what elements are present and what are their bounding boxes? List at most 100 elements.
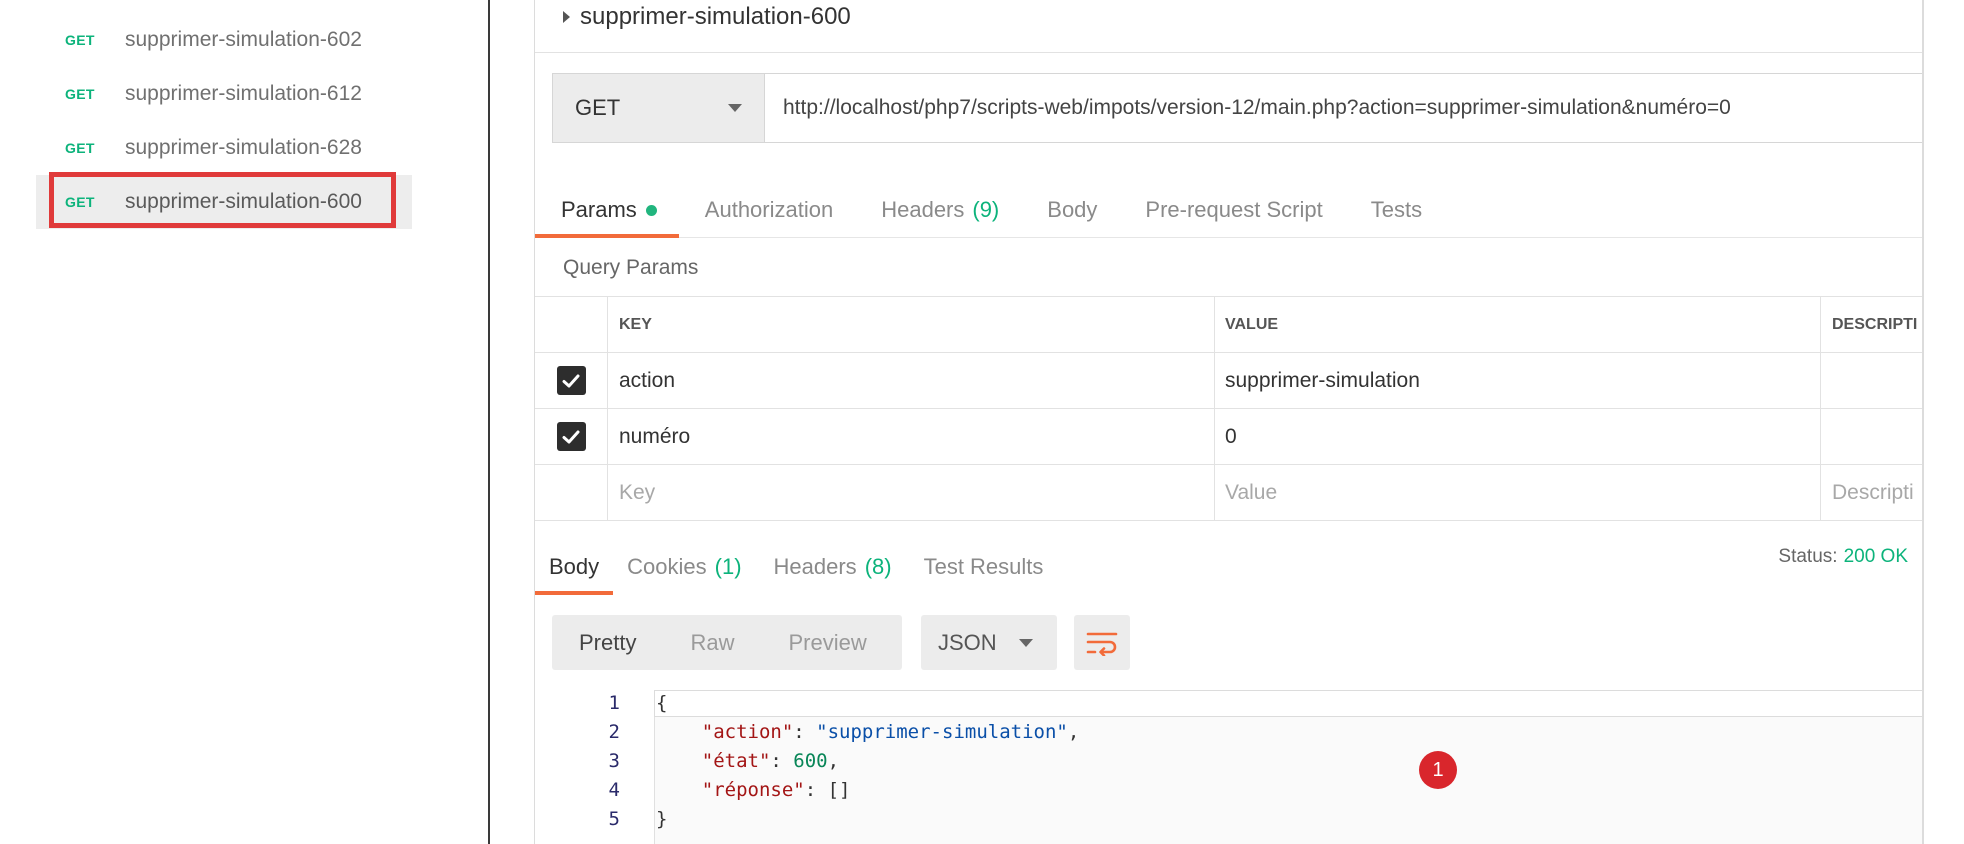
request-title[interactable]: supprimer-simulation-600: [563, 0, 851, 34]
checkmark-icon: [562, 430, 580, 443]
query-params-table: KEY VALUE DESCRIPTI action supprimer-sim…: [535, 296, 1922, 521]
tab-label: Body: [1047, 197, 1098, 222]
url-bar: GET http://localhost/php7/scripts-web/im…: [552, 73, 1922, 143]
param-checkbox[interactable]: [556, 366, 586, 395]
sidebar-request-item[interactable]: GET supprimer-simulation-612: [36, 67, 412, 121]
tab-label: Authorization: [704, 197, 834, 222]
tab-tests[interactable]: Tests: [1345, 197, 1444, 237]
json-string: "supprimer-simulation": [816, 720, 1068, 743]
code-line: 1 {: [552, 688, 1922, 717]
expand-caret-icon[interactable]: [563, 11, 570, 23]
collection-sidebar: GET supprimer-simulation-602 GET supprim…: [0, 0, 490, 844]
param-description-field[interactable]: [1821, 353, 1922, 408]
wrap-lines-icon: [1086, 632, 1118, 656]
tab-count: (8): [864, 554, 892, 579]
value-column-header: VALUE: [1215, 297, 1821, 352]
tab-label: Headers: [773, 554, 857, 579]
tab-body[interactable]: Body: [1021, 197, 1119, 237]
line-number: 3: [608, 749, 620, 772]
line-number: 1: [608, 691, 620, 714]
language-dropdown[interactable]: JSON: [921, 615, 1057, 670]
method-badge: GET: [65, 86, 95, 102]
sidebar-request-item-selected[interactable]: GET supprimer-simulation-600: [36, 175, 412, 229]
tab-label: Test Results: [923, 554, 1044, 579]
method-dropdown[interactable]: GET: [553, 74, 765, 142]
chevron-down-icon: [728, 104, 742, 112]
code-text: "état": 600,: [701, 749, 840, 772]
code-line: 5 }: [552, 804, 1922, 833]
wrap-lines-button[interactable]: [1074, 615, 1130, 670]
language-value: JSON: [938, 629, 997, 655]
tab-label: Tests: [1370, 197, 1423, 222]
new-description-field[interactable]: Descripti: [1821, 465, 1922, 520]
code-text: "réponse": []: [701, 778, 851, 801]
param-description-field[interactable]: [1821, 409, 1922, 464]
json-array: []: [827, 778, 851, 801]
line-number: 5: [608, 807, 620, 830]
tab-response-headers[interactable]: Headers (8): [760, 554, 910, 594]
param-key-field[interactable]: numéro: [608, 409, 1215, 464]
json-number: 600: [793, 749, 828, 772]
row-checkbox-cell: [535, 465, 608, 520]
table-row: numéro 0: [535, 409, 1922, 465]
code-text: {: [656, 691, 668, 714]
line-number: 4: [608, 778, 620, 801]
request-tabs: Params Authorization Headers (9) Body Pr…: [535, 180, 1922, 238]
table-row: action supprimer-simulation: [535, 353, 1922, 409]
method-badge: GET: [65, 194, 95, 210]
tab-pre-request-script[interactable]: Pre-request Script: [1119, 197, 1344, 237]
pretty-button[interactable]: Pretty: [552, 630, 663, 656]
divider: [535, 52, 1922, 53]
view-mode-group: Pretty Raw Preview: [552, 615, 902, 670]
description-column-header: DESCRIPTI: [1832, 315, 1918, 333]
request-title-text: supprimer-simulation-600: [580, 3, 851, 30]
code-text: }: [656, 807, 668, 830]
preview-button[interactable]: Preview: [761, 630, 893, 656]
sidebar-request-item[interactable]: GET supprimer-simulation-628: [36, 121, 412, 175]
status-value: 200 OK: [1843, 546, 1908, 567]
checkmark-icon: [562, 374, 580, 387]
tab-label: Headers: [881, 197, 965, 222]
tab-headers[interactable]: Headers (9): [855, 197, 1021, 237]
tab-params[interactable]: Params: [535, 197, 679, 238]
new-key-field[interactable]: Key: [608, 465, 1215, 520]
sidebar-request-item[interactable]: GET supprimer-simulation-602: [36, 13, 412, 67]
method-value: GET: [575, 95, 621, 120]
row-checkbox-cell: [535, 409, 608, 464]
tab-label: Cookies: [627, 554, 707, 579]
table-header-row: KEY VALUE DESCRIPTI: [535, 297, 1922, 353]
response-body-viewer[interactable]: 1 { 2 "action": "supprimer-simulation", …: [552, 688, 1922, 844]
tab-label: Params: [561, 197, 637, 222]
param-value-field[interactable]: 0: [1215, 409, 1821, 464]
tab-label: Body: [549, 554, 600, 579]
json-key: "action": [701, 720, 794, 743]
line-number: 2: [608, 720, 620, 743]
param-checkbox[interactable]: [556, 422, 586, 451]
code-line: 2 "action": "supprimer-simulation",: [552, 717, 1922, 746]
tab-test-results[interactable]: Test Results: [910, 554, 1062, 594]
method-badge: GET: [65, 140, 95, 156]
request-editor: supprimer-simulation-600 GET http://loca…: [534, 0, 1924, 844]
tab-authorization[interactable]: Authorization: [679, 197, 855, 237]
query-params-label: Query Params: [563, 256, 699, 279]
table-row-new: Key Value Descripti: [535, 465, 1922, 521]
code-text: "action": "supprimer-simulation",: [701, 720, 1080, 743]
code-line: 3 "état": 600,: [552, 746, 1922, 775]
new-value-field[interactable]: Value: [1215, 465, 1821, 520]
tab-cookies[interactable]: Cookies (1): [613, 554, 759, 594]
tab-count: (1): [714, 554, 742, 579]
json-key: "réponse": [701, 778, 805, 801]
request-name: supprimer-simulation-628: [125, 136, 362, 159]
param-value-field[interactable]: supprimer-simulation: [1215, 353, 1821, 408]
tab-response-body[interactable]: Body: [535, 554, 614, 595]
json-key: "état": [701, 749, 771, 772]
tab-label: Pre-request Script: [1145, 197, 1323, 222]
raw-button[interactable]: Raw: [663, 630, 761, 656]
param-key-field[interactable]: action: [608, 353, 1215, 408]
table-header-cell: [535, 297, 608, 352]
code-line: 4 "réponse": []: [552, 775, 1922, 804]
url-input[interactable]: http://localhost/php7/scripts-web/impots…: [765, 74, 1922, 142]
tab-count: (9): [972, 197, 1000, 222]
annotation-number-badge: 1: [1419, 751, 1457, 789]
chevron-down-icon: [1019, 638, 1033, 647]
